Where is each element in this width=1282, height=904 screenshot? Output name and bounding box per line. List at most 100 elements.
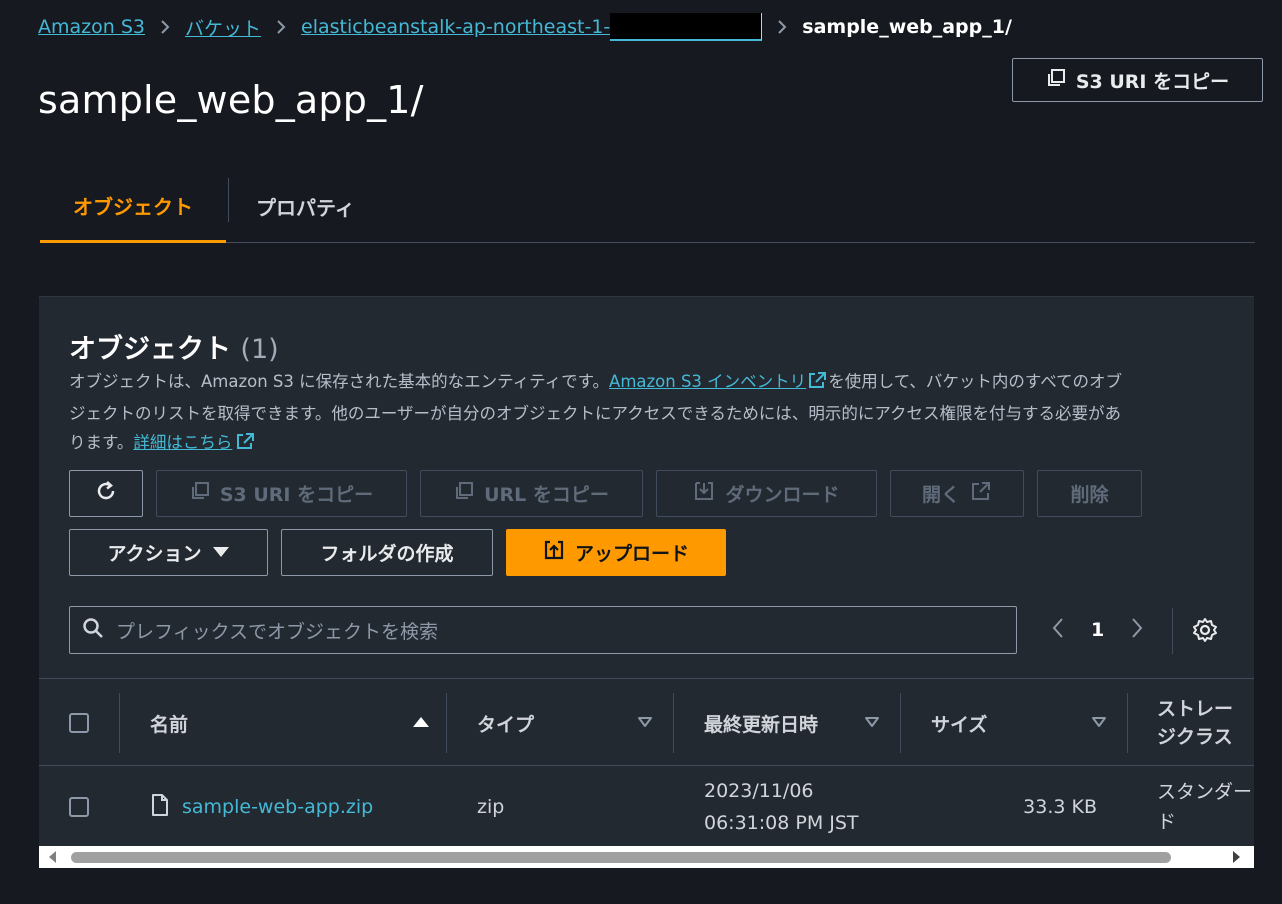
actions-label: アクション xyxy=(107,543,202,565)
column-name-label: 名前 xyxy=(150,713,189,736)
modified-date: 2023/11/06 xyxy=(704,780,814,802)
refresh-button[interactable] xyxy=(69,470,143,517)
tab-divider xyxy=(228,178,229,222)
column-divider xyxy=(119,693,120,753)
chevron-right-icon xyxy=(777,19,787,35)
column-name[interactable]: 名前 xyxy=(150,679,430,767)
file-icon xyxy=(150,793,170,822)
copy-s3-uri-label: S3 URI をコピー xyxy=(1075,70,1230,93)
copy-icon xyxy=(1046,68,1066,93)
open-label: 開く xyxy=(921,484,960,506)
table-header: 名前 タイプ 最終更新日時 サイズ ストレー ジクラス xyxy=(39,678,1254,766)
column-storage-class[interactable]: ストレー ジクラス xyxy=(1157,679,1254,767)
sort-ascending-icon xyxy=(412,712,430,734)
upload-label: アップロード xyxy=(574,543,689,565)
objects-panel-title: オブジェクト (1) xyxy=(69,327,279,366)
column-last-modified[interactable]: 最終更新日時 xyxy=(704,679,880,767)
column-type[interactable]: タイプ xyxy=(477,679,653,767)
search-icon xyxy=(82,617,104,643)
row-type-cell: zip xyxy=(477,796,505,818)
create-folder-button[interactable]: フォルダの作成 xyxy=(281,529,493,576)
copy-s3-uri-button[interactable]: S3 URI をコピー xyxy=(1012,58,1263,102)
breadcrumb-buckets[interactable]: バケット xyxy=(185,14,261,41)
sort-icon xyxy=(1091,712,1107,734)
external-link-icon xyxy=(970,480,992,507)
scroll-left-arrow-icon[interactable] xyxy=(49,851,56,863)
select-all-cell xyxy=(69,679,89,767)
object-name-link[interactable]: sample-web-app.zip xyxy=(182,796,373,818)
row-name-cell: sample-web-app.zip xyxy=(150,767,373,847)
search-input[interactable]: プレフィックスでオブジェクトを検索 xyxy=(69,606,1017,654)
column-divider xyxy=(446,693,447,753)
column-divider xyxy=(1127,693,1128,753)
objects-count: (1) xyxy=(240,334,279,365)
column-divider xyxy=(900,693,901,753)
chevron-right-icon xyxy=(276,19,286,35)
breadcrumb-current: sample_web_app_1/ xyxy=(802,16,1012,38)
storage-class-1: スタンダー xyxy=(1157,781,1253,803)
tab-objects[interactable]: オブジェクト xyxy=(40,170,226,243)
column-last-modified-label: 最終更新日時 xyxy=(704,713,819,736)
modified-time: 06:31:08 PM JST xyxy=(704,812,859,834)
redaction-box xyxy=(610,13,763,41)
row-checkbox[interactable] xyxy=(69,797,89,817)
upload-button[interactable]: アップロード xyxy=(506,529,726,576)
learn-more-link[interactable]: 詳細はこちら xyxy=(133,433,232,452)
storage-class-2: ド xyxy=(1157,811,1177,833)
copy-url-button[interactable]: URL をコピー xyxy=(420,470,643,517)
objects-panel: オブジェクト (1) オブジェクトは、Amazon S3 に保存された基本的なエ… xyxy=(39,296,1254,868)
delete-button[interactable]: 削除 xyxy=(1037,470,1142,517)
row-last-modified-cell: 2023/11/06 06:31:08 PM JST xyxy=(704,767,859,847)
page-title: sample_web_app_1/ xyxy=(38,78,424,122)
breadcrumb-amazon-s3[interactable]: Amazon S3 xyxy=(38,16,145,38)
tab-bar: オブジェクト プロパティ xyxy=(40,170,1255,243)
actions-dropdown-button[interactable]: アクション xyxy=(69,529,268,576)
select-all-checkbox[interactable] xyxy=(69,713,89,733)
desc-text-2: を使用して、バケット内のすべてのオブ xyxy=(828,372,1123,391)
desc-text-4: ります。 xyxy=(69,433,134,452)
chevron-left-icon[interactable] xyxy=(1051,617,1065,644)
row-select-cell xyxy=(69,767,89,847)
desc-text-3: ジェクトのリストを取得できます。他のユーザーが自分のオブジェクトにアクセスできる… xyxy=(69,404,1122,423)
external-link-icon xyxy=(232,431,256,460)
row-storage-class-cell: スタンダー ド xyxy=(1157,767,1252,847)
copy-s3-uri-label: S3 URI をコピー xyxy=(219,484,374,506)
table-row[interactable]: sample-web-app.zip zip 2023/11/06 06:31:… xyxy=(39,767,1254,847)
toolbar-row-2: アクション フォルダの作成 アップロード xyxy=(69,529,726,576)
gear-icon[interactable] xyxy=(1192,617,1218,647)
copy-s3-uri-button-disabled[interactable]: S3 URI をコピー xyxy=(156,470,407,517)
chevron-right-icon xyxy=(160,19,170,35)
chevron-right-icon[interactable] xyxy=(1130,617,1144,644)
breadcrumb-bucket-name[interactable]: elasticbeanstalk-ap-northeast-1- xyxy=(301,16,610,38)
column-storage-class-label-2: ジクラス xyxy=(1157,726,1233,748)
breadcrumb: Amazon S3 バケット elasticbeanstalk-ap-north… xyxy=(38,13,1012,41)
column-divider xyxy=(673,693,674,753)
copy-icon xyxy=(190,481,210,506)
download-button[interactable]: ダウンロード xyxy=(656,470,877,517)
inventory-link[interactable]: Amazon S3 インベントリ xyxy=(609,372,806,391)
scrollbar-thumb[interactable] xyxy=(71,852,1171,863)
open-button[interactable]: 開く xyxy=(890,470,1024,517)
column-size[interactable]: サイズ xyxy=(931,679,1107,767)
row-size-cell: 33.3 KB xyxy=(1023,796,1097,818)
sort-icon xyxy=(637,712,653,734)
toolbar-row-1: S3 URI をコピー URL をコピー ダウンロード 開く 削除 xyxy=(69,470,1142,517)
column-storage-class-label-1: ストレー xyxy=(1157,698,1234,720)
sort-icon xyxy=(864,712,880,734)
page-number[interactable]: 1 xyxy=(1091,619,1104,641)
objects-title-text: オブジェクト xyxy=(69,334,231,365)
scroll-right-arrow-icon[interactable] xyxy=(1233,851,1240,863)
copy-icon xyxy=(454,481,474,506)
refresh-icon xyxy=(94,479,118,508)
column-size-label: サイズ xyxy=(931,713,988,736)
objects-description: オブジェクトは、Amazon S3 に保存された基本的なエンティティです。Ama… xyxy=(69,367,1229,460)
pager-divider xyxy=(1172,608,1173,654)
horizontal-scrollbar[interactable] xyxy=(39,846,1254,868)
search-placeholder: プレフィックスでオブジェクトを検索 xyxy=(116,620,439,643)
download-label: ダウンロード xyxy=(725,484,840,506)
breadcrumb-bucket[interactable]: elasticbeanstalk-ap-northeast-1- xyxy=(301,13,763,41)
tab-properties[interactable]: プロパティ xyxy=(256,170,355,242)
pagination: 1 xyxy=(1051,610,1144,650)
upload-icon xyxy=(543,539,565,566)
external-link-icon xyxy=(806,370,828,399)
